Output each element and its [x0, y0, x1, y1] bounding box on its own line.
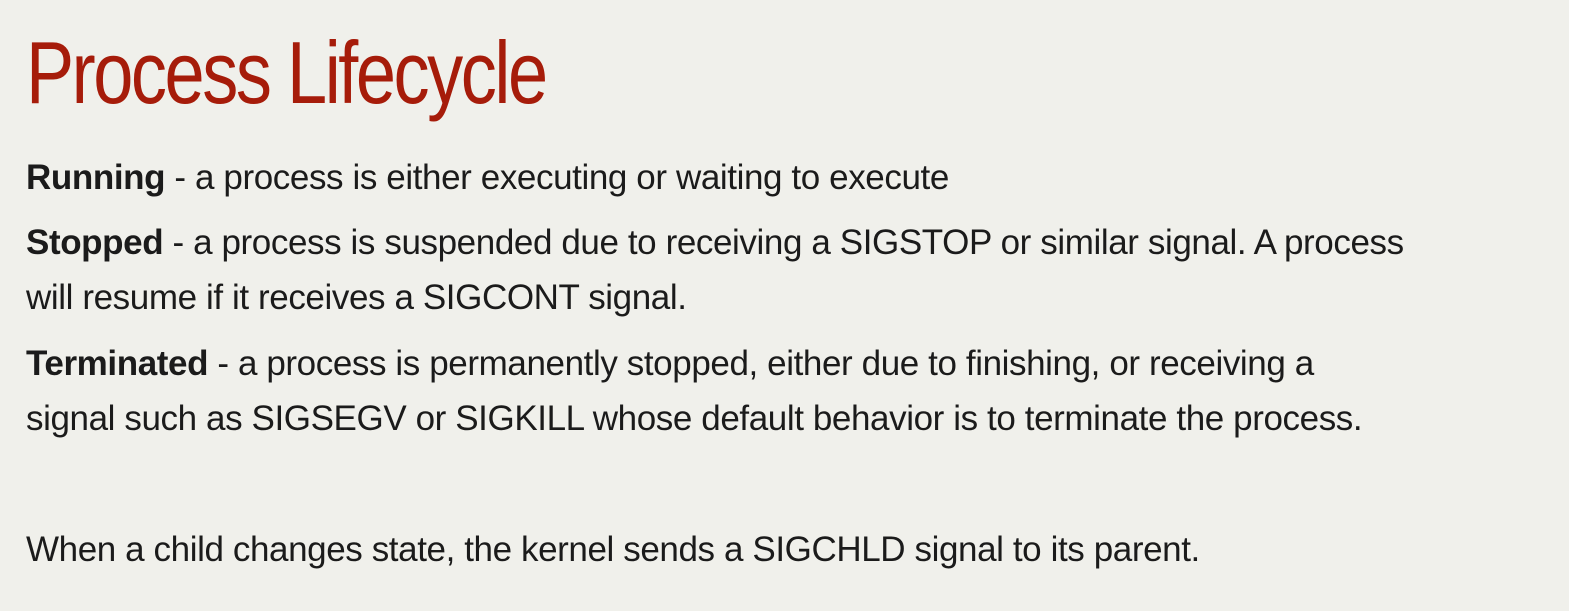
- slide-title: Process Lifecycle: [26, 23, 548, 122]
- state-terminated: Terminated - a process is permanently st…: [26, 336, 1363, 446]
- state-term: Terminated: [26, 344, 209, 383]
- state-stopped: Stopped - a process is suspended due to …: [26, 215, 1404, 325]
- state-term: Running: [26, 158, 166, 197]
- state-description: - a process is permanently stopped, eith…: [208, 344, 1314, 383]
- sigchld-note: When a child changes state, the kernel s…: [26, 530, 1200, 569]
- state-description: - a process is either executing or waiti…: [165, 158, 949, 197]
- state-description-continued: will resume if it receives a SIGCONT sig…: [26, 278, 687, 317]
- state-term: Stopped: [26, 223, 164, 262]
- state-running: Running - a process is either executing …: [26, 150, 949, 205]
- state-description-continued: signal such as SIGSEGV or SIGKILL whose …: [26, 399, 1363, 438]
- state-description: - a process is suspended due to receivin…: [163, 223, 1405, 262]
